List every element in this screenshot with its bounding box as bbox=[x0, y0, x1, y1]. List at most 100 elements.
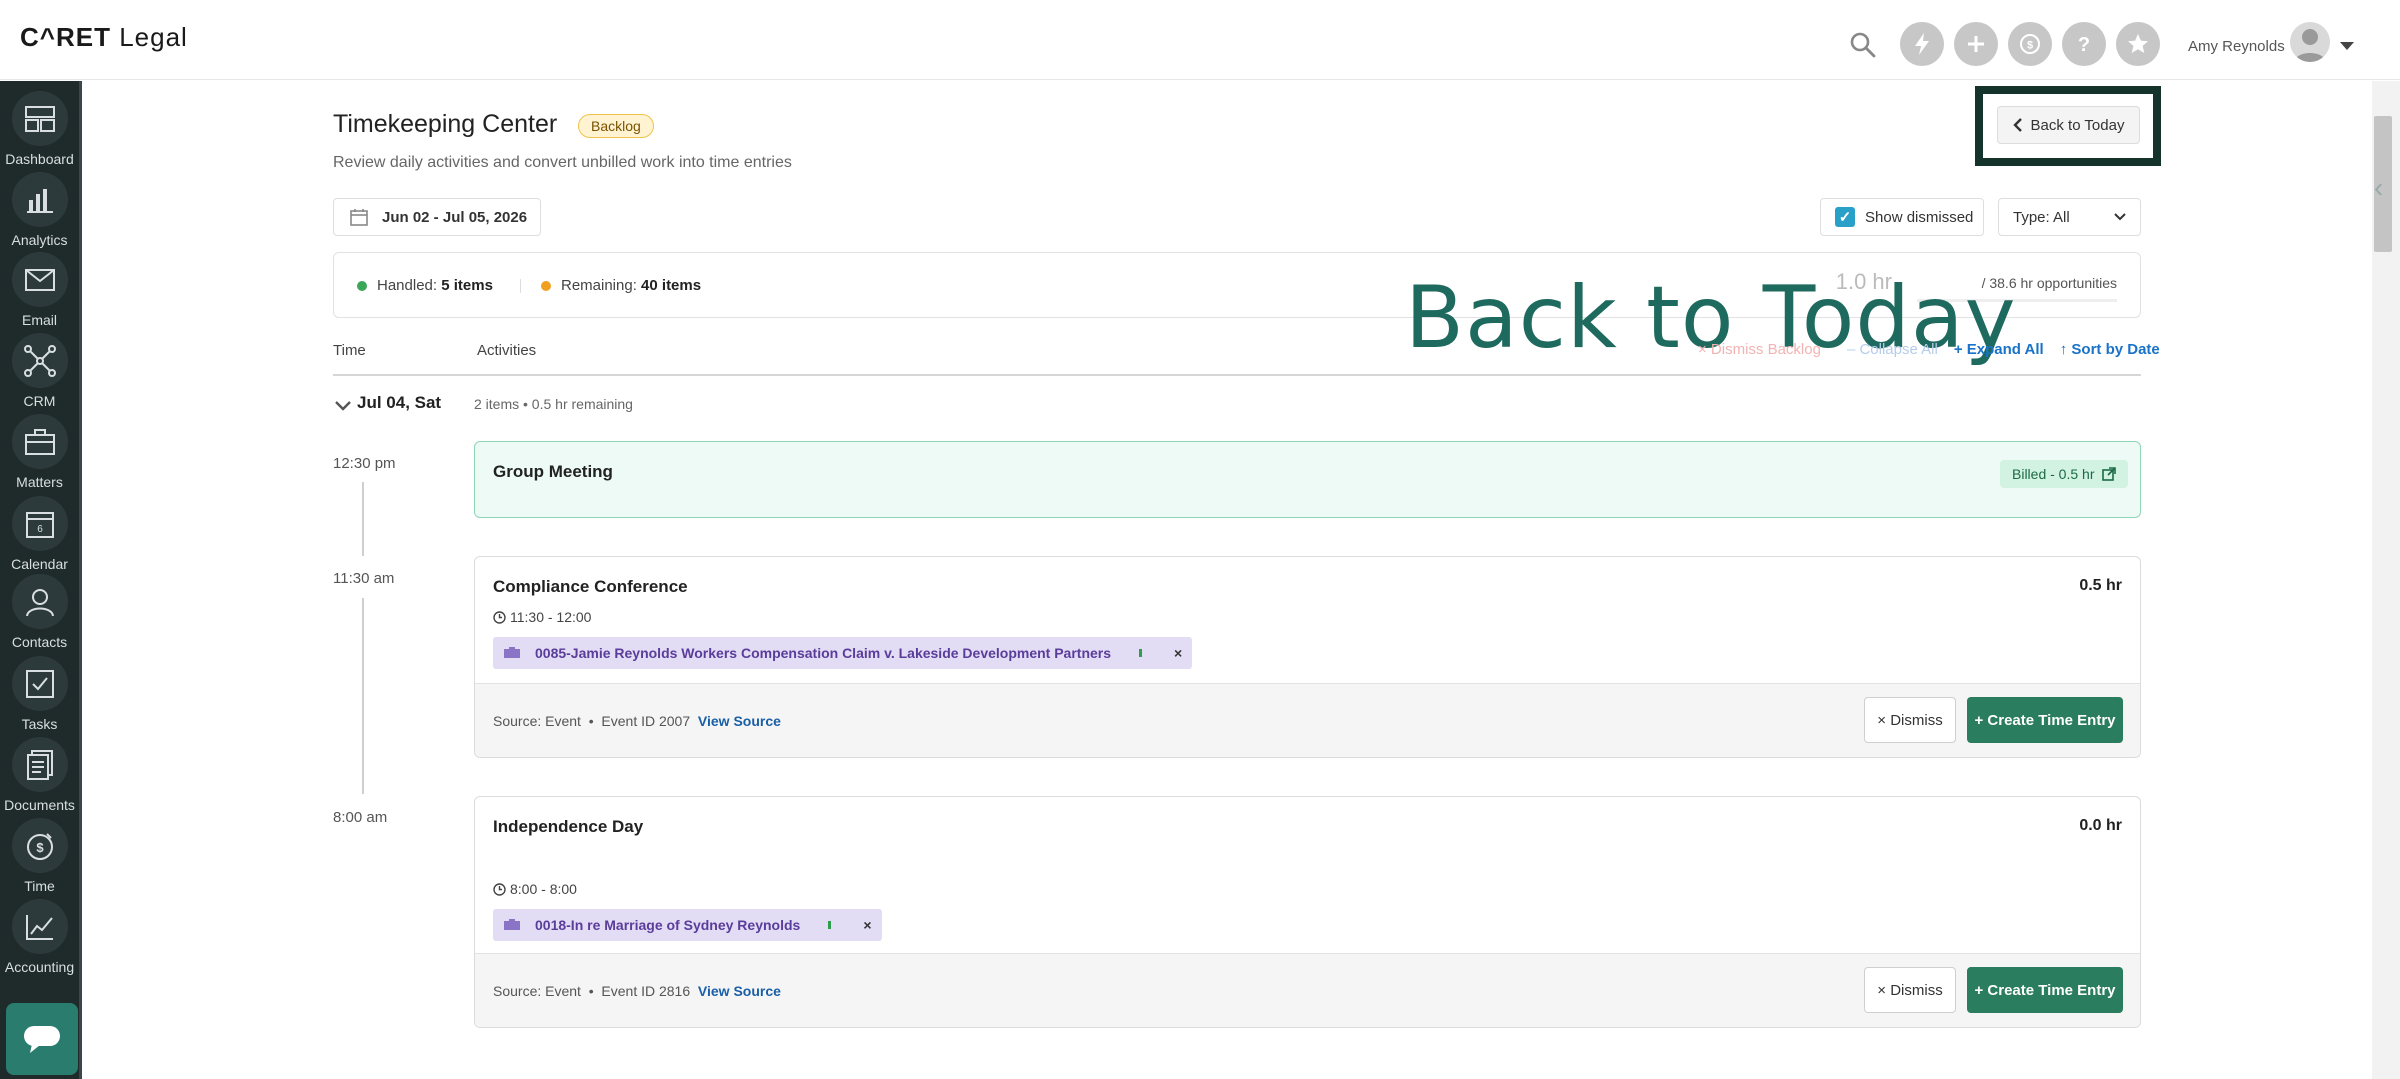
chevron-down-icon[interactable] bbox=[335, 398, 351, 416]
sidebar-item-documents[interactable]: Documents bbox=[0, 733, 79, 813]
chat-icon bbox=[24, 1026, 60, 1053]
view-source-link[interactable]: View Source bbox=[698, 713, 781, 729]
status-tick bbox=[1139, 649, 1143, 657]
activity-card[interactable]: Independence Day 0.0 hr 8:00 - 8:00 0018… bbox=[474, 796, 2141, 1028]
day-group-label[interactable]: Jul 04, Sat bbox=[357, 393, 441, 413]
source-type: Source: Event bbox=[493, 713, 581, 729]
chevron-left-icon bbox=[2012, 118, 2022, 132]
quick-actions-icon[interactable] bbox=[1900, 22, 1944, 66]
activity-card[interactable]: Group Meeting Billed - 0.5 hr bbox=[474, 441, 2141, 518]
user-avatar[interactable] bbox=[2290, 22, 2330, 62]
sidebar-item-time[interactable]: $ Time bbox=[0, 814, 79, 894]
handled-value: 5 items bbox=[441, 277, 493, 294]
activity-card[interactable]: Compliance Conference 0.5 hr 11:30 - 12:… bbox=[474, 556, 2141, 758]
status-badge: Backlog bbox=[578, 114, 654, 138]
date-range-value: Jun 02 - Jul 05, 2026 bbox=[382, 208, 528, 226]
page-title: Timekeeping Center bbox=[333, 110, 558, 138]
app-logo[interactable]: C^RET Legal bbox=[20, 22, 188, 53]
event-id: Event ID 2816 bbox=[601, 983, 691, 999]
remove-matter-icon[interactable]: × bbox=[1174, 645, 1182, 661]
sidebar-item-crm[interactable]: CRM bbox=[0, 329, 79, 409]
sidebar-item-accounting[interactable]: Accounting bbox=[0, 895, 79, 975]
expand-all-link[interactable]: + Expand All bbox=[1954, 341, 2044, 358]
sidebar-item-tasks[interactable]: Tasks bbox=[0, 652, 79, 732]
chevron-down-icon[interactable] bbox=[2340, 42, 2354, 50]
remaining-stat: Remaining: 40 items bbox=[541, 277, 701, 294]
sidebar-item-label: CRM bbox=[23, 393, 56, 409]
matter-tag[interactable]: 0085-Jamie Reynolds Workers Compensation… bbox=[493, 637, 1193, 669]
sidebar-item-label: Time bbox=[24, 878, 55, 894]
sidebar-item-label: Analytics bbox=[11, 232, 68, 248]
timeline-line bbox=[362, 598, 364, 794]
chat-button[interactable] bbox=[6, 1003, 78, 1075]
back-to-today-button[interactable]: Back to Today bbox=[1997, 106, 2140, 144]
dashboard-icon bbox=[11, 91, 68, 146]
logo-main: C^RET bbox=[20, 22, 111, 52]
user-name[interactable]: Amy Reynolds bbox=[2188, 38, 2285, 55]
billed-badge[interactable]: Billed - 0.5 hr bbox=[2000, 460, 2129, 488]
sidebar-item-analytics[interactable]: Analytics bbox=[0, 168, 79, 248]
sidebar-item-contacts[interactable]: Contacts bbox=[0, 570, 79, 650]
activity-hours: 0.0 hr bbox=[2079, 817, 2122, 834]
remaining-dot bbox=[541, 281, 551, 292]
activity-footer: Source: Event • Event ID 2816 View Sourc… bbox=[475, 953, 2140, 1027]
briefcase-icon bbox=[504, 647, 520, 658]
sidebar-item-dashboard[interactable]: Dashboard bbox=[0, 87, 79, 167]
activity-title: Independence Day bbox=[493, 817, 644, 836]
timer-icon[interactable]: $ bbox=[2008, 22, 2052, 66]
activity-hours: 0.5 hr bbox=[2079, 577, 2122, 594]
divider bbox=[520, 279, 521, 293]
dismiss-backlog-link[interactable]: × Dismiss Backlog bbox=[1698, 341, 1821, 358]
analytics-icon bbox=[11, 172, 68, 227]
time-icon: $ bbox=[11, 818, 68, 873]
sidebar-item-matters[interactable]: Matters bbox=[0, 410, 79, 490]
dismiss-button[interactable]: × Dismiss bbox=[1864, 967, 1956, 1013]
time-range-value: 11:30 - 12:00 bbox=[510, 609, 592, 625]
handled-stat: Handled: 5 items bbox=[357, 277, 493, 294]
activity-source: Source: Event • Event ID 2816 View Sourc… bbox=[493, 983, 781, 999]
clock-icon bbox=[493, 882, 506, 896]
calendar-icon: 6 bbox=[11, 496, 68, 551]
handled-label: Handled: bbox=[377, 277, 438, 294]
calendar-icon bbox=[350, 209, 368, 226]
sidebar-item-label: Tasks bbox=[21, 716, 58, 732]
sidebar-item-email[interactable]: Email bbox=[0, 248, 79, 328]
divider bbox=[333, 374, 2141, 376]
sidebar-item-label: Contacts bbox=[11, 634, 68, 650]
page-subtitle: Review daily activities and convert unbi… bbox=[333, 154, 792, 171]
day-group-meta: 2 items • 0.5 hr remaining bbox=[474, 396, 633, 412]
collapse-all-link[interactable]: – Collapse All bbox=[1847, 341, 1938, 358]
sidebar-item-label: Documents bbox=[4, 797, 75, 813]
sidebar-divider bbox=[79, 81, 82, 1079]
activity-time-range: 8:00 - 8:00 bbox=[493, 881, 577, 897]
remaining-label: Remaining: bbox=[561, 277, 637, 294]
create-time-entry-button[interactable]: + Create Time Entry bbox=[1967, 697, 2123, 743]
matters-icon bbox=[11, 414, 68, 469]
sidebar-item-calendar[interactable]: 6 Calendar bbox=[0, 492, 79, 572]
svg-text:?: ? bbox=[2078, 34, 2090, 55]
type-select[interactable]: Type: All bbox=[1998, 198, 2141, 236]
calendar-day-number: 6 bbox=[37, 524, 43, 535]
favorites-star-icon[interactable] bbox=[2116, 22, 2160, 66]
date-range-picker[interactable]: Jun 02 - Jul 05, 2026 bbox=[333, 198, 541, 236]
chevron-left-icon[interactable]: ‹ bbox=[2374, 172, 2383, 204]
top-bar: C^RET Legal $ ? Amy Reynolds bbox=[0, 0, 2400, 80]
search-icon[interactable] bbox=[1848, 30, 1878, 60]
handled-dot bbox=[357, 281, 367, 292]
sidebar-item-label: Accounting bbox=[4, 959, 75, 975]
time-column-header: Time bbox=[333, 342, 366, 359]
matter-name: 0085-Jamie Reynolds Workers Compensation… bbox=[535, 645, 1112, 661]
add-icon[interactable] bbox=[1954, 22, 1998, 66]
sidebar-item-label: Email bbox=[21, 312, 57, 328]
sort-by-date-link[interactable]: ↑ Sort by Date bbox=[2060, 341, 2160, 358]
help-icon[interactable]: ? bbox=[2062, 22, 2106, 66]
matter-name: 0018-In re Marriage of Sydney Reynolds bbox=[535, 917, 801, 933]
matter-tag[interactable]: 0018-In re Marriage of Sydney Reynolds × bbox=[493, 909, 882, 941]
dismiss-button[interactable]: × Dismiss bbox=[1864, 697, 1956, 743]
checkbox-checked-icon[interactable]: ✓ bbox=[1835, 207, 1855, 227]
create-time-entry-button[interactable]: + Create Time Entry bbox=[1967, 967, 2123, 1013]
view-source-link[interactable]: View Source bbox=[698, 983, 781, 999]
remove-matter-icon[interactable]: × bbox=[863, 917, 871, 933]
chevron-down-icon bbox=[2114, 213, 2126, 221]
show-dismissed-toggle[interactable]: ✓ Show dismissed bbox=[1820, 198, 1984, 236]
